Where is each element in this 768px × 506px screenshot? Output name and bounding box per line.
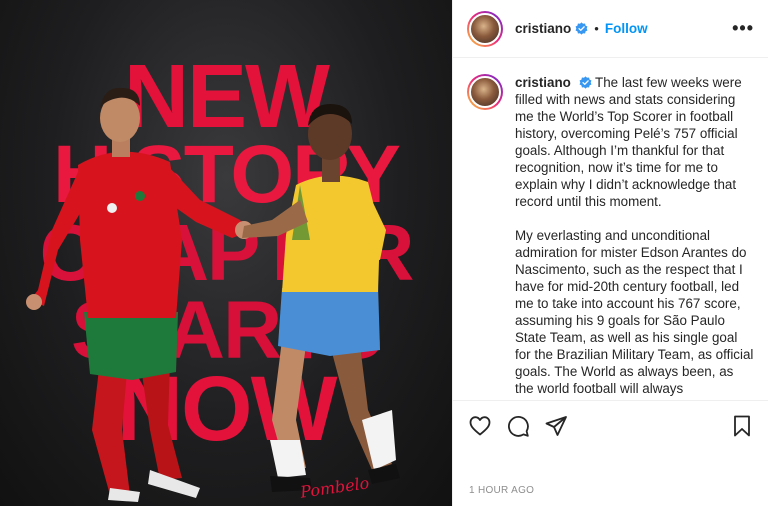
save-button[interactable] (729, 413, 755, 439)
paper-plane-icon (545, 415, 567, 436)
verified-badge-icon (575, 22, 588, 35)
caption-verified-badge-icon (579, 76, 591, 89)
players-illustration (26, 87, 400, 502)
like-button[interactable] (467, 413, 493, 439)
comment-button[interactable] (505, 413, 531, 439)
post-details-panel: cristiano • Follow ••• cristiano The las… (452, 0, 768, 506)
player-yellow-figure (242, 104, 400, 492)
caption-scroll-area[interactable]: cristiano The last few weeks were filled… (453, 58, 768, 398)
more-options-icon[interactable]: ••• (732, 18, 754, 39)
caption-paragraph-2: My everlasting and unconditional admirat… (515, 228, 754, 396)
post-header: cristiano • Follow ••• (453, 0, 768, 58)
header-username[interactable]: cristiano (515, 21, 571, 36)
post-timestamp[interactable]: 1 HOUR AGO (469, 485, 534, 496)
follow-button[interactable]: Follow (605, 21, 648, 36)
comment-icon (508, 415, 529, 437)
bookmark-icon (734, 415, 750, 436)
avatar[interactable] (467, 10, 503, 47)
caption-avatar[interactable] (467, 74, 503, 110)
caption-text-1: The last few weeks were filled with news… (515, 75, 742, 209)
post-viewer: NEW HISTORY CHAPTER STARTS NOW Pombelo c… (0, 0, 768, 506)
share-button[interactable] (543, 413, 569, 439)
action-bar (453, 400, 768, 450)
caption-username[interactable]: cristiano (515, 75, 571, 90)
caption-paragraph-1: cristiano The last few weeks were filled… (515, 74, 754, 210)
header-separator: • (594, 21, 599, 36)
caption: cristiano The last few weeks were filled… (515, 74, 754, 398)
player-red-figure (26, 87, 253, 502)
post-image[interactable]: NEW HISTORY CHAPTER STARTS NOW Pombelo (0, 0, 452, 506)
heart-icon (469, 415, 491, 435)
